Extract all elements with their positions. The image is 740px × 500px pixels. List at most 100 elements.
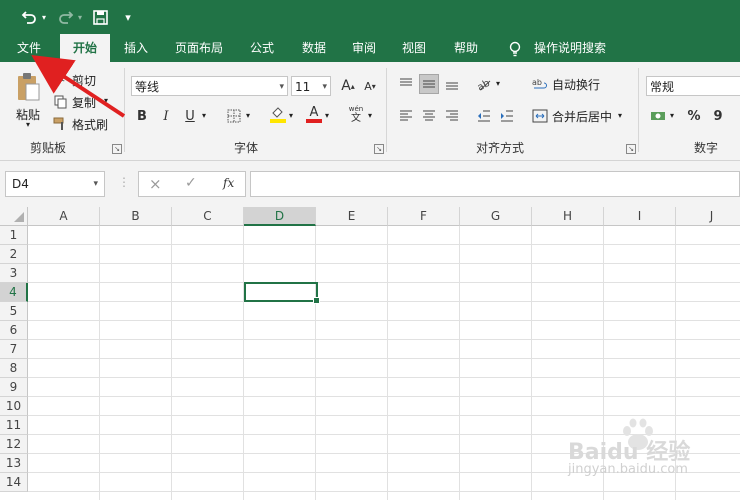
enter-icon[interactable]: ✓ (185, 175, 197, 191)
row-header-8[interactable]: 8 (0, 359, 28, 378)
lightbulb-icon[interactable] (504, 34, 526, 62)
paste-dropdown-icon[interactable]: ▾ (26, 120, 30, 129)
fill-color-icon[interactable] (268, 104, 288, 124)
percent-button[interactable]: % (684, 106, 704, 126)
comma-style-button[interactable]: 9 (708, 106, 728, 126)
font-color-button[interactable]: A (304, 104, 324, 124)
orientation-icon[interactable]: ab (474, 74, 494, 94)
active-cell-d4[interactable] (244, 282, 318, 302)
merge-dropdown-icon[interactable]: ▾ (618, 111, 622, 120)
italic-button[interactable]: I (156, 106, 176, 126)
column-header-e[interactable]: E (316, 207, 388, 226)
column-header-g[interactable]: G (460, 207, 532, 226)
borders-dropdown-icon[interactable]: ▾ (246, 111, 250, 120)
row-header-12[interactable]: 12 (0, 435, 28, 454)
tab-file[interactable]: 文件 (6, 34, 52, 62)
redo-dropdown-icon[interactable]: ▾ (76, 7, 84, 27)
increase-indent-icon[interactable] (497, 106, 517, 126)
row-header-1[interactable]: 1 (0, 226, 28, 245)
row-header-9[interactable]: 9 (0, 378, 28, 397)
row-header-5[interactable]: 5 (0, 302, 28, 321)
tab-formulas[interactable]: 公式 (240, 34, 284, 62)
font-size-combo[interactable]: 11 ▾ (291, 76, 331, 96)
phonetic-guide-button[interactable]: wén 文 (346, 104, 366, 124)
align-center-icon[interactable] (419, 106, 439, 126)
column-header-j[interactable]: J (676, 207, 740, 226)
alignment-launcher-icon[interactable]: ↘ (626, 144, 636, 154)
customize-qat-icon[interactable]: ▾ (120, 7, 136, 27)
column-header-h[interactable]: H (532, 207, 604, 226)
paste-icon[interactable] (14, 70, 42, 104)
row-header-7[interactable]: 7 (0, 340, 28, 359)
insert-function-button[interactable]: fx (223, 176, 234, 190)
fill-color-dropdown-icon[interactable]: ▾ (289, 111, 293, 120)
align-right-icon[interactable] (442, 106, 462, 126)
middle-align-icon[interactable] (419, 74, 439, 94)
orientation-dropdown-icon[interactable]: ▾ (496, 79, 500, 88)
phonetic-dropdown-icon[interactable]: ▾ (368, 111, 372, 120)
merge-center-icon (530, 106, 550, 126)
row-header-3[interactable]: 3 (0, 264, 28, 283)
tell-me-search[interactable]: 操作说明搜索 (530, 34, 610, 62)
column-header-i[interactable]: I (604, 207, 676, 226)
column-header-f[interactable]: F (388, 207, 460, 226)
grid-column-line (387, 226, 388, 500)
underline-button[interactable]: U (180, 106, 200, 126)
currency-dropdown-icon[interactable]: ▾ (670, 111, 674, 120)
tab-home[interactable]: 开始 (60, 34, 110, 62)
resize-handle-icon[interactable]: ⋮ (118, 175, 130, 189)
save-icon[interactable] (90, 7, 110, 27)
grow-font-button[interactable]: A ▴ (338, 76, 358, 96)
bold-button[interactable]: B (132, 106, 152, 126)
underline-dropdown-icon[interactable]: ▾ (202, 111, 206, 120)
font-color-dropdown-icon[interactable]: ▾ (325, 111, 329, 120)
name-box[interactable]: D4 ▾ (5, 171, 105, 197)
font-color-label: A (309, 104, 319, 120)
copy-dropdown-icon[interactable]: ▾ (104, 96, 108, 105)
formula-input[interactable] (250, 171, 740, 197)
fill-handle[interactable] (313, 297, 320, 304)
redo-icon[interactable] (56, 7, 76, 27)
select-all-button[interactable] (0, 207, 28, 226)
font-name-combo[interactable]: 等线 ▾ (131, 76, 288, 96)
column-header-d[interactable]: D (244, 207, 316, 226)
separator (386, 68, 387, 152)
tab-page-layout[interactable]: 页面布局 (168, 34, 230, 62)
row-header-14[interactable]: 14 (0, 473, 28, 492)
column-header-c[interactable]: C (172, 207, 244, 226)
clipboard-launcher-icon[interactable]: ↘ (112, 144, 122, 154)
wrap-text-button[interactable]: 自动换行 (552, 76, 600, 93)
currency-icon[interactable] (648, 106, 668, 126)
tab-help[interactable]: 帮助 (444, 34, 488, 62)
merge-center-button[interactable]: 合并后居中 (552, 108, 612, 125)
column-header-b[interactable]: B (100, 207, 172, 226)
align-left-icon[interactable] (396, 106, 416, 126)
format-painter-button[interactable]: 格式刷 (72, 116, 108, 133)
font-name-value: 等线 (135, 80, 160, 94)
row-header-11[interactable]: 11 (0, 416, 28, 435)
number-format-combo[interactable]: 常规 (646, 76, 740, 96)
shrink-font-button[interactable]: A ▾ (360, 76, 380, 96)
cancel-icon[interactable]: × (149, 175, 162, 193)
row-header-2[interactable]: 2 (0, 245, 28, 264)
undo-dropdown-icon[interactable]: ▾ (40, 7, 48, 27)
column-header-a[interactable]: A (28, 207, 100, 226)
row-header-4[interactable]: 4 (0, 283, 28, 302)
row-header-6[interactable]: 6 (0, 321, 28, 340)
tab-insert[interactable]: 插入 (114, 34, 158, 62)
bottom-align-icon[interactable] (442, 74, 462, 94)
grid-column-line (243, 226, 244, 500)
copy-button[interactable]: 复制 (72, 94, 96, 111)
top-align-icon[interactable] (396, 74, 416, 94)
undo-icon[interactable] (18, 7, 40, 27)
font-launcher-icon[interactable]: ↘ (374, 144, 384, 154)
separator (638, 68, 639, 152)
tab-review[interactable]: 审阅 (342, 34, 386, 62)
cut-button[interactable]: 剪切 (72, 72, 96, 89)
tab-data[interactable]: 数据 (292, 34, 336, 62)
row-header-13[interactable]: 13 (0, 454, 28, 473)
tab-view[interactable]: 视图 (392, 34, 436, 62)
row-header-10[interactable]: 10 (0, 397, 28, 416)
borders-icon[interactable] (224, 106, 244, 126)
decrease-indent-icon[interactable] (474, 106, 494, 126)
